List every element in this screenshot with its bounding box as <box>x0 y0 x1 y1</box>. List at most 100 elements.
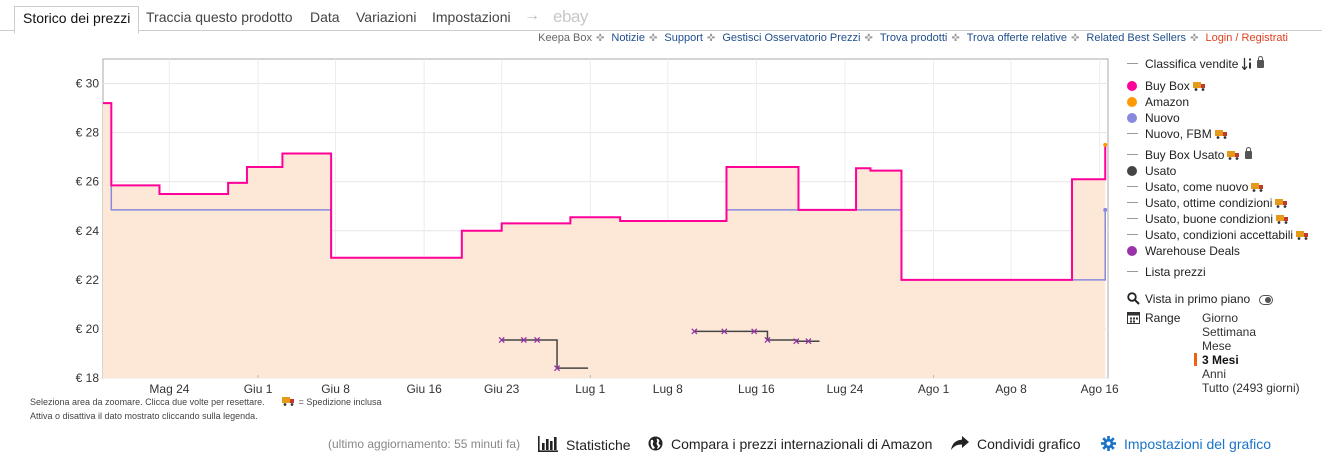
y-tick-label: € 28 <box>76 126 100 140</box>
x-tick-label: Lug 16 <box>738 382 775 396</box>
legend-label: Lista prezzi <box>1145 265 1206 279</box>
legend-label: Classifica vendite <box>1145 56 1265 71</box>
legend-marker <box>1127 97 1137 107</box>
legend-label: Usato, come nuovo <box>1145 180 1265 194</box>
settings-label: Impostazioni del grafico <box>1124 436 1272 452</box>
arrow-icon: → <box>524 7 540 24</box>
range-option[interactable]: Giorno <box>1202 311 1238 325</box>
legend-label: Buy Box Usato <box>1145 147 1253 162</box>
x-tick-label: Giu 8 <box>321 382 350 396</box>
y-tick-label: € 20 <box>76 322 100 336</box>
truck-icon <box>1296 231 1309 240</box>
x-tick-label: Lug 1 <box>575 382 605 396</box>
legend-marker <box>1127 202 1138 203</box>
x-tick-label: Lug 24 <box>827 382 864 396</box>
lock-icon <box>1245 147 1253 159</box>
stats-button[interactable]: Statistiche <box>538 436 631 454</box>
legend-label: Amazon <box>1145 95 1190 109</box>
vista-label: Vista in primo piano <box>1145 292 1251 306</box>
separator-icon: ✜ <box>1190 33 1199 44</box>
legend-label: Nuovo <box>1145 111 1180 125</box>
truck-icon <box>1275 199 1288 208</box>
link-related-best-sellers[interactable]: Related Best Sellers <box>1086 32 1186 44</box>
price-history-chart[interactable]: € 18 € 20 € 22 € 24 € 26 € 28 € 30 Mag 24 Giu 1 G… <box>0 50 1125 400</box>
range-option[interactable]: Mese <box>1202 339 1231 353</box>
x-tick-label: Giu 23 <box>484 382 520 396</box>
tab-data[interactable]: Data <box>310 9 340 25</box>
x-tick-label: Mag 24 <box>149 382 189 396</box>
share-label: Condividi grafico <box>977 436 1081 452</box>
shipping-note: = Spedizione inclusa <box>298 397 382 407</box>
separator-icon: ✜ <box>864 33 873 44</box>
range-option[interactable]: Tutto (2493 giorni) <box>1202 381 1300 395</box>
link-trova-prodotti[interactable]: Trova prodotti <box>880 32 947 44</box>
legend-label: Usato <box>1145 164 1177 178</box>
amazon-point <box>1103 142 1108 147</box>
legend-label: Buy Box <box>1145 79 1207 93</box>
link-support[interactable]: Support <box>664 32 703 44</box>
truck-icon <box>1214 130 1227 139</box>
range-option[interactable]: 3 Mesi <box>1202 353 1239 367</box>
legend-marker <box>1127 218 1138 219</box>
toggle-icon[interactable] <box>1259 294 1273 308</box>
tab-settings[interactable]: Impostazioni <box>432 9 511 25</box>
legend-label: Nuovo, FBM <box>1145 127 1229 141</box>
stats-label: Statistiche <box>566 437 631 453</box>
share-button[interactable]: Condividi grafico <box>951 436 1081 454</box>
link-notizie[interactable]: Notizie <box>611 32 645 44</box>
truck-icon <box>1227 151 1240 160</box>
y-tick-label: € 30 <box>76 77 100 91</box>
top-links: Keepa Box ✜ Notizie ✜ Support ✜ Gestisci Osser… <box>534 32 1288 44</box>
x-tick-label: Giu 1 <box>244 382 273 396</box>
legend-marker <box>1127 234 1138 235</box>
link-gestisci[interactable]: Gestisci Osservatorio Prezzi <box>722 32 860 44</box>
compare-label: Compara i prezzi internazionali di Amazo… <box>671 436 933 452</box>
last-updated: (ultimo aggiornamento: 55 minuti fa) <box>328 437 521 451</box>
chart-note: Seleziona area da zoomare. Clicca due vo… <box>30 397 381 407</box>
globe-icon <box>648 436 663 454</box>
legend-marker <box>1127 113 1137 123</box>
legend-label: Usato, buone condizioni <box>1145 212 1290 226</box>
range-selected-indicator <box>1194 353 1197 366</box>
calendar-icon <box>1127 311 1140 327</box>
tab-ebay[interactable]: ebay <box>553 7 588 27</box>
link-trova-offerte[interactable]: Trova offerte relative <box>967 32 1067 44</box>
range-label: Range <box>1145 311 1181 325</box>
bar-chart-icon <box>538 436 558 455</box>
separator-icon: ✜ <box>649 33 658 44</box>
legend-hint: Attiva o disattiva il dato mostrato clic… <box>30 411 258 421</box>
y-tick-label: € 22 <box>76 273 100 287</box>
separator-icon: ✜ <box>951 33 960 44</box>
truck-icon <box>1251 183 1264 192</box>
legend-marker <box>1127 154 1138 155</box>
y-tick-label: € 26 <box>76 175 100 189</box>
y-tick-label: € 24 <box>76 224 100 238</box>
link-login[interactable]: Login / Registrati <box>1205 32 1288 44</box>
share-icon <box>951 436 969 454</box>
range-option[interactable]: Anni <box>1202 367 1226 381</box>
compare-button[interactable]: Compara i prezzi internazionali di Amazo… <box>648 436 932 454</box>
legend-marker <box>1127 81 1137 91</box>
gear-icon <box>1101 436 1116 454</box>
tab-track-product[interactable]: Traccia questo prodotto <box>146 9 293 25</box>
legend-marker <box>1127 166 1137 176</box>
link-keepa-box[interactable]: Keepa Box <box>538 32 592 44</box>
legend-label: Warehouse Deals <box>1145 244 1240 258</box>
legend-marker <box>1127 246 1137 256</box>
legend-marker <box>1127 271 1138 272</box>
x-tick-label: Ago 8 <box>995 382 1027 396</box>
tab-price-history[interactable]: Storico dei prezzi <box>14 6 140 34</box>
y-tick-label: € 18 <box>76 371 100 385</box>
separator-icon: ✜ <box>1071 33 1080 44</box>
tab-variations[interactable]: Variazioni <box>356 9 416 25</box>
legend-marker <box>1127 186 1138 187</box>
range-option[interactable]: Settimana <box>1202 325 1256 339</box>
x-tick-label: Ago 16 <box>1081 382 1119 396</box>
legend-label: Usato, condizioni accettabili <box>1145 228 1310 242</box>
chart-settings-button[interactable]: Impostazioni del grafico <box>1101 436 1271 454</box>
legend-label: Usato, ottime condizioni <box>1145 196 1289 210</box>
legend-marker <box>1127 63 1138 64</box>
x-tick-label: Lug 8 <box>653 382 683 396</box>
sort-icon <box>1241 58 1252 71</box>
tab-bar: Storico dei prezzi Traccia questo prodot… <box>0 0 1322 34</box>
